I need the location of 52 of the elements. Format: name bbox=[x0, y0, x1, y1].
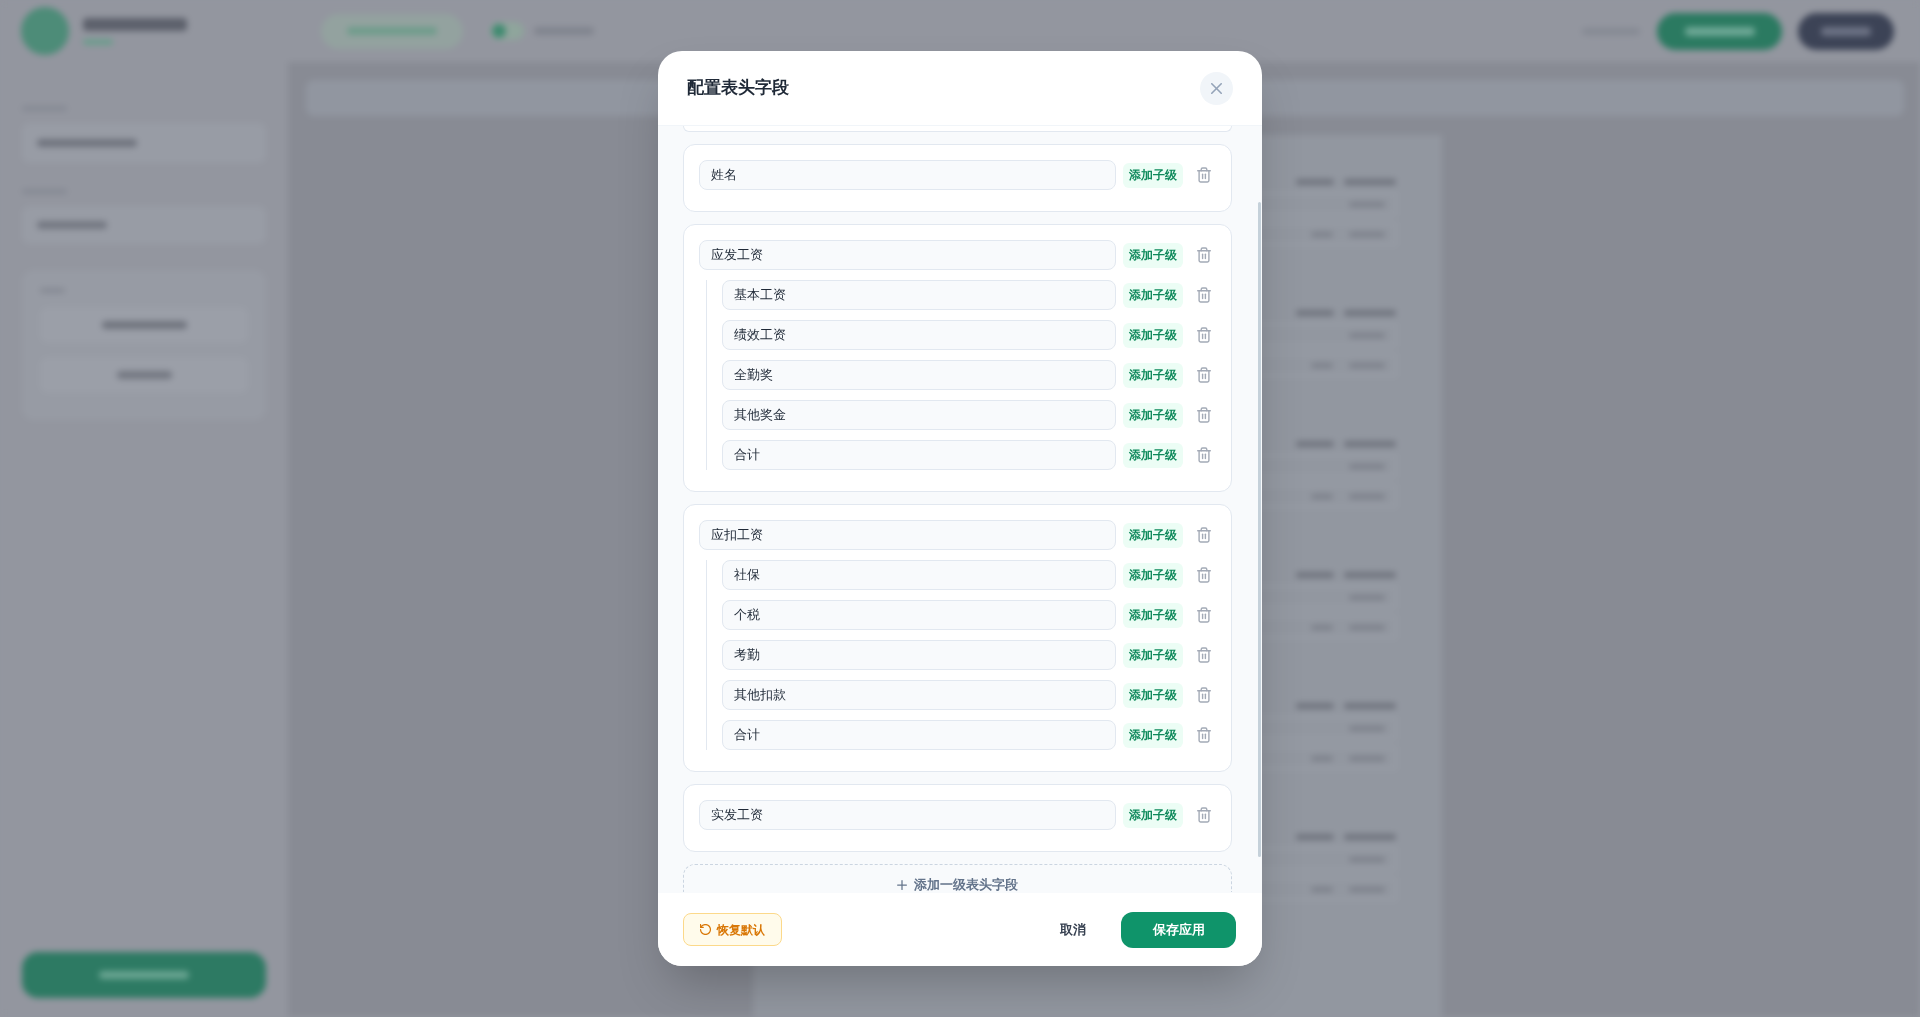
plus-icon bbox=[897, 879, 907, 890]
add-child-button[interactable]: 添加子级 bbox=[1123, 802, 1183, 828]
field-name-input[interactable]: 社保 bbox=[722, 560, 1116, 590]
trash-icon[interactable] bbox=[1197, 687, 1211, 703]
trash-icon[interactable] bbox=[1197, 327, 1211, 343]
trash-icon[interactable] bbox=[1197, 447, 1211, 463]
field-name-input[interactable]: 个税 bbox=[722, 600, 1116, 630]
add-child-button[interactable]: 添加子级 bbox=[1123, 562, 1183, 588]
trash-icon[interactable] bbox=[1197, 247, 1211, 263]
rotate-icon bbox=[700, 924, 711, 935]
field-name-input[interactable]: 姓名 bbox=[699, 160, 1116, 190]
trash-icon[interactable] bbox=[1197, 567, 1211, 583]
add-child-button[interactable]: 添加子级 bbox=[1123, 442, 1183, 468]
add-child-button[interactable]: 添加子级 bbox=[1123, 682, 1183, 708]
close-icon bbox=[1211, 82, 1222, 94]
field-name-input[interactable]: 基本工资 bbox=[722, 280, 1116, 310]
field-name-input[interactable]: 其他奖金 bbox=[722, 400, 1116, 430]
cancel-button[interactable]: 取消 bbox=[1043, 911, 1103, 948]
trash-icon[interactable] bbox=[1197, 167, 1211, 183]
dialog-title: 配置表头字段 bbox=[687, 77, 789, 100]
trash-icon[interactable] bbox=[1197, 527, 1211, 543]
add-child-button[interactable]: 添加子级 bbox=[1123, 602, 1183, 628]
add-child-button[interactable]: 添加子级 bbox=[1123, 362, 1183, 388]
trash-icon[interactable] bbox=[1197, 607, 1211, 623]
reset-default-button[interactable]: 恢复默认 bbox=[683, 913, 782, 946]
field-name-input[interactable]: 实发工资 bbox=[699, 800, 1116, 830]
field-name-input[interactable]: 全勤奖 bbox=[722, 360, 1116, 390]
trash-icon[interactable] bbox=[1197, 367, 1211, 383]
field-name-input[interactable]: 应扣工资 bbox=[699, 520, 1116, 550]
field-name-input[interactable]: 绩效工资 bbox=[722, 320, 1116, 350]
field-name-input[interactable]: 合计 bbox=[722, 720, 1116, 750]
trash-icon[interactable] bbox=[1197, 807, 1211, 823]
add-top-level-field-button[interactable]: 添加一级表头字段 bbox=[683, 864, 1232, 892]
add-child-button[interactable]: 添加子级 bbox=[1123, 242, 1183, 268]
field-name-input[interactable]: 其他扣款 bbox=[722, 680, 1116, 710]
add-child-button[interactable]: 添加子级 bbox=[1123, 282, 1183, 308]
add-child-button[interactable]: 添加子级 bbox=[1123, 642, 1183, 668]
trash-icon[interactable] bbox=[1197, 647, 1211, 663]
field-name-input[interactable]: 考勤 bbox=[722, 640, 1116, 670]
add-child-button[interactable]: 添加子级 bbox=[1123, 322, 1183, 348]
add-child-button[interactable]: 添加子级 bbox=[1123, 522, 1183, 548]
trash-icon[interactable] bbox=[1197, 727, 1211, 743]
trash-icon[interactable] bbox=[1197, 287, 1211, 303]
field-name-input[interactable]: 合计 bbox=[722, 440, 1116, 470]
add-child-button[interactable]: 添加子级 bbox=[1123, 722, 1183, 748]
add-child-button[interactable]: 添加子级 bbox=[1123, 402, 1183, 428]
close-button[interactable] bbox=[1200, 71, 1233, 105]
save-button[interactable]: 保存应用 bbox=[1121, 911, 1236, 948]
trash-icon[interactable] bbox=[1197, 407, 1211, 423]
add-child-button[interactable]: 添加子级 bbox=[1123, 162, 1183, 188]
scrollbar[interactable] bbox=[1258, 202, 1261, 857]
field-name-input[interactable]: 应发工资 bbox=[699, 240, 1116, 270]
